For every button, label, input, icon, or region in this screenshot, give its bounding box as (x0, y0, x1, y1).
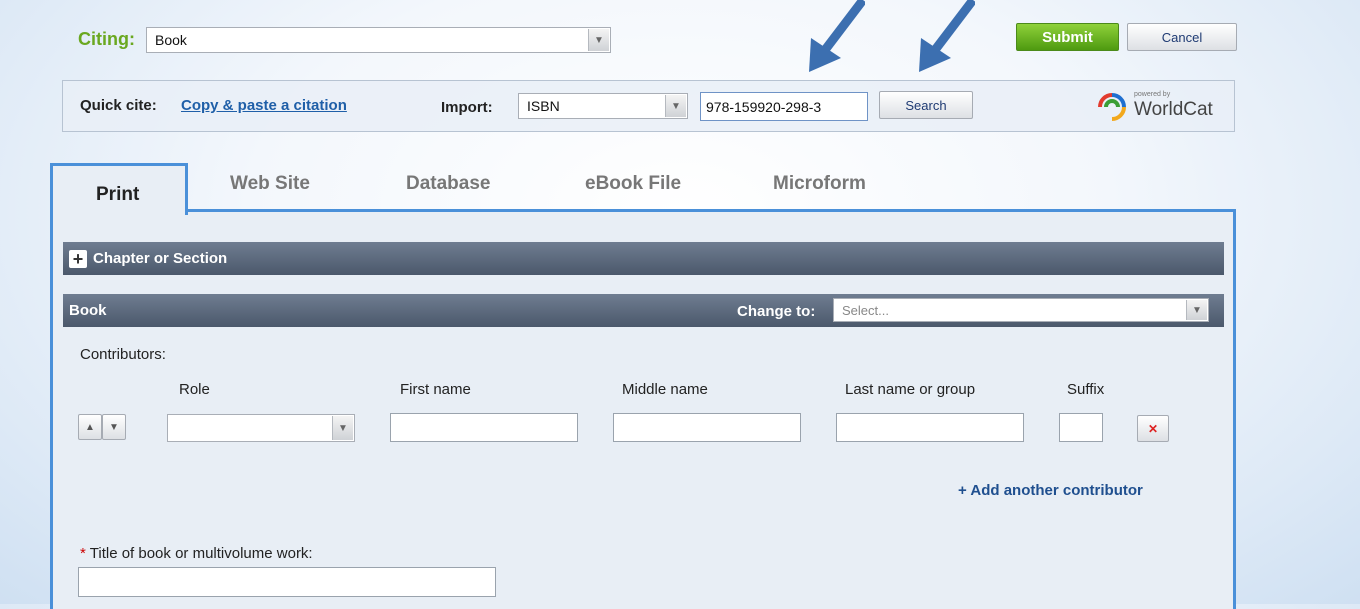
chevron-down-icon: ▼ (332, 416, 353, 440)
worldcat-wordmark: WorldCat (1134, 99, 1213, 120)
header-last-name: Last name or group (845, 381, 976, 398)
tab-ebook-file[interactable]: eBook File (585, 173, 681, 195)
import-select[interactable]: ISBN ▼ (518, 93, 688, 119)
tab-web-site[interactable]: Web Site (230, 173, 310, 195)
quickcite-label: Quick cite: (80, 97, 157, 114)
tab-database[interactable]: Database (406, 173, 491, 195)
suffix-input[interactable] (1059, 413, 1103, 442)
triangle-down-icon: ▼ (109, 421, 119, 433)
powered-by-text: powered by (1134, 91, 1171, 98)
role-select[interactable]: ▼ (167, 414, 355, 442)
tab-microform[interactable]: Microform (773, 173, 866, 195)
add-contributor-link[interactable]: + Add another contributor (958, 482, 1143, 499)
chevron-down-icon: ▼ (665, 95, 686, 117)
import-select-value: ISBN (527, 98, 560, 114)
copy-paste-link[interactable]: Copy & paste a citation (181, 97, 347, 114)
chevron-down-icon: ▼ (1186, 300, 1207, 320)
move-up-button[interactable]: ▲ (78, 414, 102, 440)
worldcat-icon (1098, 93, 1126, 121)
import-label: Import: (441, 99, 493, 116)
contributors-label: Contributors: (80, 346, 166, 363)
chapter-section-label: Chapter or Section (93, 250, 228, 267)
isbn-input[interactable] (700, 92, 868, 121)
title-label: * Title of book or multivolume work: (80, 545, 313, 562)
plus-icon: + (69, 249, 87, 268)
search-button[interactable]: Search (879, 91, 973, 119)
book-section-label: Book (69, 302, 107, 319)
citing-select[interactable]: Book ▼ (146, 27, 611, 53)
header-role: Role (179, 381, 210, 398)
arrow-pointer-2 (919, 0, 975, 72)
citing-label: Citing: (78, 29, 135, 49)
remove-contributor-button[interactable]: ✕ (1137, 415, 1169, 442)
citing-select-value: Book (155, 32, 187, 48)
last-name-input[interactable] (836, 413, 1024, 442)
tab-print[interactable]: Print (50, 163, 188, 215)
change-to-placeholder: Select... (842, 302, 889, 318)
header-suffix: Suffix (1067, 381, 1105, 398)
title-input[interactable] (78, 567, 496, 597)
header-first-name: First name (400, 381, 471, 398)
required-mark: * (80, 545, 86, 562)
cancel-button[interactable]: Cancel (1127, 23, 1237, 51)
chevron-down-icon: ▼ (588, 29, 609, 51)
change-to-select[interactable]: Select... ▼ (833, 298, 1209, 322)
worldcat-logo: powered by WorldCat (1096, 89, 1216, 125)
first-name-input[interactable] (390, 413, 578, 442)
change-to-label: Change to: (737, 303, 816, 320)
move-down-button[interactable]: ▼ (102, 414, 126, 440)
title-label-text: Title of book or multivolume work: (89, 545, 313, 562)
middle-name-input[interactable] (613, 413, 801, 442)
submit-button[interactable]: Submit (1016, 23, 1119, 51)
chapter-section-bar[interactable]: + Chapter or Section (63, 242, 1224, 275)
arrow-pointer-1 (809, 0, 865, 72)
close-icon: ✕ (1147, 421, 1159, 436)
header-middle-name: Middle name (622, 381, 708, 398)
triangle-up-icon: ▲ (85, 421, 95, 433)
tab-print-label: Print (96, 184, 140, 205)
